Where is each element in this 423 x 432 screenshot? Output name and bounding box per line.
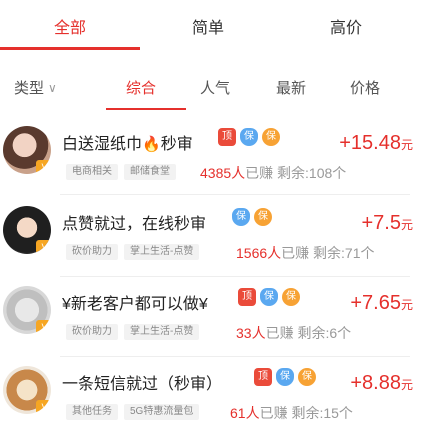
top-icon: 顶: [238, 288, 256, 306]
task-tag: 其他任务: [66, 404, 118, 420]
task-tag: 电商相关: [66, 164, 118, 180]
sort-tab-comprehensive[interactable]: 综合: [126, 77, 156, 98]
task-tag: 5G特惠流量包: [124, 404, 200, 420]
task-title: 白送湿纸巾🔥秒审: [62, 130, 193, 154]
type-filter-dropdown[interactable]: 类型 ∨: [14, 77, 57, 98]
earned-label: 已赚: [259, 405, 288, 421]
earned-count: 4385人: [200, 165, 246, 181]
remaining-count: 剩余:71个: [313, 245, 375, 261]
task-row[interactable]: V ¥新老客户都可以做¥ 顶 保 保 +7.65元 砍价助力 掌上生活-点赞 3…: [0, 280, 423, 358]
active-sort-indicator: [106, 108, 186, 110]
vip-badge-icon: V: [36, 400, 51, 414]
vip-badge-icon: V: [36, 240, 51, 254]
remaining-count: 剩余:108个: [277, 165, 347, 181]
task-row[interactable]: V 白送湿纸巾🔥秒审 顶 保 保 +15.48元 电商相关 邮储食堂 4385人…: [0, 120, 423, 198]
task-tags: 砍价助力 掌上生活-点赞: [66, 244, 200, 260]
task-title-text: 白送湿纸巾: [62, 136, 143, 153]
type-filter-label: 类型: [14, 80, 45, 97]
task-meta: 1566人已赚 剩余:71个: [236, 243, 375, 263]
filter-bar: 类型 ∨ 综合 人气 最新 价格: [0, 50, 423, 118]
row-divider: [60, 194, 410, 195]
task-price-value: +7.5: [361, 212, 401, 234]
fire-icon: 🔥: [142, 136, 161, 153]
remaining-count: 剩余:6个: [297, 325, 352, 341]
remaining-count: 剩余:15个: [291, 405, 353, 421]
tab-simple[interactable]: 简单: [192, 14, 224, 38]
task-tag: 掌上生活-点赞: [124, 324, 200, 340]
top-icon: 顶: [218, 128, 236, 146]
task-tag: 邮储食堂: [124, 164, 176, 180]
orange-badge-icon: 保: [254, 208, 272, 226]
task-price-value: +7.65: [350, 292, 401, 314]
vip-badge-icon: V: [36, 160, 51, 174]
earned-label: 已赚: [265, 325, 294, 341]
orange-badge-icon: 保: [282, 288, 300, 306]
task-price-unit: 元: [400, 218, 413, 232]
vip-badge-icon: V: [36, 320, 51, 334]
task-price: +7.65元: [350, 292, 413, 315]
tab-all[interactable]: 全部: [54, 14, 86, 38]
task-meta: 4385人已赚 剩余:108个: [200, 163, 346, 183]
sort-tab-newest[interactable]: 最新: [276, 77, 306, 98]
avatar: V: [3, 366, 51, 414]
avatar: V: [3, 126, 51, 174]
orange-badge-icon: 保: [298, 368, 316, 386]
sort-tab-price[interactable]: 价格: [350, 77, 380, 98]
row-divider: [60, 356, 410, 357]
task-price-unit: 元: [400, 378, 413, 392]
task-title: ¥新老客户都可以做¥: [62, 296, 208, 313]
shield-icon: 保: [240, 128, 258, 146]
row-divider: [60, 276, 410, 277]
avatar: V: [3, 286, 51, 334]
sort-tab-popularity[interactable]: 人气: [200, 77, 230, 98]
chevron-down-icon: ∨: [48, 80, 57, 95]
task-badges: 保 保: [232, 208, 272, 226]
earned-count: 33人: [236, 325, 266, 341]
task-price: +8.88元: [350, 372, 413, 395]
earned-label: 已赚: [281, 245, 310, 261]
task-price-value: +15.48: [339, 132, 401, 154]
task-tag: 砍价助力: [66, 324, 118, 340]
top-icon: 顶: [254, 368, 272, 386]
task-row[interactable]: V 点赞就过，在线秒审 保 保 +7.5元 砍价助力 掌上生活-点赞 1566人…: [0, 200, 423, 278]
shield-icon: 保: [260, 288, 278, 306]
task-price-value: +8.88: [350, 372, 401, 394]
earned-label: 已赚: [245, 165, 274, 181]
task-badges: 顶 保 保: [254, 368, 316, 386]
task-price: +7.5元: [362, 212, 414, 235]
earned-count: 61人: [230, 405, 260, 421]
tab-high-price[interactable]: 高价: [330, 14, 362, 38]
task-tags: 砍价助力 掌上生活-点赞: [66, 324, 200, 340]
task-badges: 顶 保 保: [218, 128, 280, 146]
avatar: V: [3, 206, 51, 254]
task-tag: 砍价助力: [66, 244, 118, 260]
task-badges: 顶 保 保: [238, 288, 300, 306]
task-tags: 电商相关 邮储食堂: [66, 164, 176, 180]
task-meta: 61人已赚 剩余:15个: [230, 403, 353, 423]
shield-icon: 保: [232, 208, 250, 226]
task-meta: 33人已赚 剩余:6个: [236, 323, 351, 343]
task-tags: 其他任务 5G特惠流量包: [66, 404, 200, 420]
task-title: 点赞就过，在线秒审: [62, 216, 207, 233]
task-price: +15.48元: [339, 132, 413, 155]
task-price-unit: 元: [400, 298, 413, 312]
shield-icon: 保: [276, 368, 294, 386]
task-title-suffix: 秒审: [160, 136, 193, 153]
task-row[interactable]: V 一条短信就过（秒审） 顶 保 保 +8.88元 其他任务 5G特惠流量包 6…: [0, 360, 423, 432]
top-tab-bar: 全部 简单 高价: [0, 0, 423, 50]
task-price-unit: 元: [400, 138, 413, 152]
earned-count: 1566人: [236, 245, 282, 261]
task-tag: 掌上生活-点赞: [124, 244, 200, 260]
task-title: 一条短信就过（秒审）: [62, 376, 223, 393]
orange-badge-icon: 保: [262, 128, 280, 146]
